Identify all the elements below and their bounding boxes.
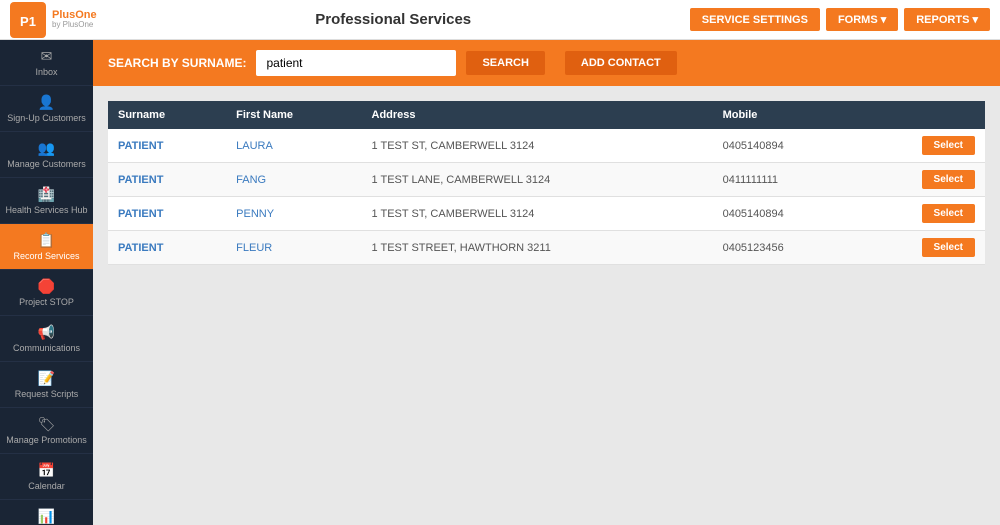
sidebar-item-record-services[interactable]: 📋 Record Services [0,224,93,270]
page-title: Professional Services [97,11,690,28]
cell-select: Select [856,129,985,163]
select-button[interactable]: Select [922,238,975,257]
logo-area: P1 PlusOne by PlusOne [10,2,97,38]
sidebar-label-manage: Manage Customers [7,159,86,169]
cell-firstname: FLEUR [226,231,361,265]
insights-icon: 📊 [38,508,55,525]
table-row: PATIENT FANG 1 TEST LANE, CAMBERWELL 312… [108,163,985,197]
health-icon: 🏥 [38,186,55,203]
sidebar-item-project-stop[interactable]: 🛑 Project STOP [0,270,93,316]
sidebar: ✉ Inbox 👤 Sign-Up Customers 👥 Manage Cus… [0,40,93,525]
table-header-row: Surname First Name Address Mobile [108,101,985,129]
sidebar-label-scripts: Request Scripts [15,389,79,399]
cell-mobile: 0405123456 [713,231,856,265]
select-button[interactable]: Select [922,136,975,155]
cell-address: 1 TEST LANE, CAMBERWELL 3124 [362,163,713,197]
sidebar-label-calendar: Calendar [28,481,65,491]
results-table: Surname First Name Address Mobile PATIEN… [108,101,985,265]
sidebar-label-stop: Project STOP [19,297,74,307]
header-buttons: SERVICE SETTINGS FORMS ▾ REPORTS ▾ [690,8,990,31]
cell-mobile: 0411111111 [713,163,856,197]
col-action [856,101,985,129]
content-area: SEARCH BY SURNAME: SEARCH ADD CONTACT Su… [93,40,1000,525]
table-row: PATIENT FLEUR 1 TEST STREET, HAWTHORN 32… [108,231,985,265]
top-header: P1 PlusOne by PlusOne Professional Servi… [0,0,1000,40]
sidebar-label-promotions: Manage Promotions [6,435,87,445]
logo-subtitle: by PlusOne [52,21,97,30]
cell-address: 1 TEST ST, CAMBERWELL 3124 [362,129,713,163]
cell-firstname: LAURA [226,129,361,163]
sidebar-item-health-services[interactable]: 🏥 Health Services Hub [0,178,93,224]
cell-select: Select [856,163,985,197]
svg-text:P1: P1 [20,14,36,29]
col-mobile: Mobile [713,101,856,129]
reports-button[interactable]: REPORTS ▾ [904,8,990,31]
cell-address: 1 TEST ST, CAMBERWELL 3124 [362,197,713,231]
search-label: SEARCH BY SURNAME: [108,56,246,70]
sidebar-item-manage-promotions[interactable]: 🏷 Manage Promotions [0,408,93,454]
search-button[interactable]: SEARCH [466,51,544,75]
table-area: Surname First Name Address Mobile PATIEN… [93,86,1000,525]
main-layout: ✉ Inbox 👤 Sign-Up Customers 👥 Manage Cus… [0,40,1000,525]
search-input[interactable] [256,50,456,76]
sidebar-label-record: Record Services [13,251,79,261]
comms-icon: 📢 [38,324,55,341]
sidebar-label-comms: Communications [13,343,80,353]
record-icon: 📋 [38,232,55,249]
sidebar-item-manage-customers[interactable]: 👥 Manage Customers [0,132,93,178]
col-firstname: First Name [226,101,361,129]
sidebar-item-request-scripts[interactable]: 📝 Request Scripts [0,362,93,408]
signup-icon: 👤 [38,94,55,111]
table-row: PATIENT PENNY 1 TEST ST, CAMBERWELL 3124… [108,197,985,231]
calendar-icon: 📅 [38,462,55,479]
cell-select: Select [856,231,985,265]
sidebar-item-business-insights[interactable]: 📊 Business Insights [0,500,93,525]
scripts-icon: 📝 [38,370,55,387]
cell-mobile: 0405140894 [713,129,856,163]
promotions-icon: 🏷 [38,416,56,433]
cell-address: 1 TEST STREET, HAWTHORN 3211 [362,231,713,265]
table-row: PATIENT LAURA 1 TEST ST, CAMBERWELL 3124… [108,129,985,163]
sidebar-label-health: Health Services Hub [5,205,87,215]
select-button[interactable]: Select [922,204,975,223]
cell-mobile: 0405140894 [713,197,856,231]
cell-firstname: PENNY [226,197,361,231]
logo-icon: P1 [10,2,46,38]
manage-customers-icon: 👥 [38,140,55,157]
sidebar-label-inbox: Inbox [35,67,57,77]
cell-surname: PATIENT [108,197,226,231]
cell-surname: PATIENT [108,231,226,265]
cell-surname: PATIENT [108,163,226,197]
add-contact-button[interactable]: ADD CONTACT [565,51,677,75]
sidebar-item-communications[interactable]: 📢 Communications [0,316,93,362]
inbox-icon: ✉ [41,48,53,65]
sidebar-item-calendar[interactable]: 📅 Calendar [0,454,93,500]
cell-select: Select [856,197,985,231]
col-surname: Surname [108,101,226,129]
cell-firstname: FANG [226,163,361,197]
col-address: Address [362,101,713,129]
sidebar-item-inbox[interactable]: ✉ Inbox [0,40,93,86]
stop-icon: 🛑 [38,278,55,295]
forms-button[interactable]: FORMS ▾ [826,8,898,31]
service-settings-button[interactable]: SERVICE SETTINGS [690,8,820,31]
sidebar-item-signup-customers[interactable]: 👤 Sign-Up Customers [0,86,93,132]
search-bar: SEARCH BY SURNAME: SEARCH ADD CONTACT [93,40,1000,86]
sidebar-label-signup: Sign-Up Customers [7,113,86,123]
select-button[interactable]: Select [922,170,975,189]
cell-surname: PATIENT [108,129,226,163]
